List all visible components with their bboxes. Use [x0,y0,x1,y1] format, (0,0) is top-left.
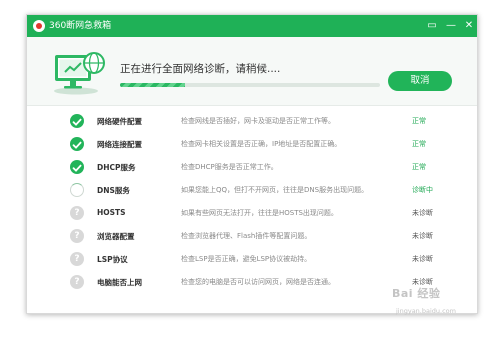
item-status: 未诊断 [412,209,433,217]
item-status: 未诊断 [412,232,433,240]
computer-network-icon [54,52,105,95]
item-description: 检查网线是否插好，网卡及驱动是否正常工作等。 [181,117,335,125]
item-name: DHCP服务 [97,163,136,172]
check-icon [70,114,84,128]
list-item: ? HOSTS 如果有些网页无法打开，往往是HOSTS出现问题。 未诊断 [27,202,477,224]
list-item: ? LSP协议 检查LSP是否正确，避免LSP协议被劫持。 未诊断 [27,248,477,270]
item-status: 诊断中 [412,186,433,194]
item-status: 正常 [412,140,426,148]
item-name: 网络硬件配置 [97,117,142,126]
item-description: 检查LSP是否正确，避免LSP协议被劫持。 [181,255,312,263]
window-title: 360断网急救箱 [49,21,112,31]
item-name: 浏览器配置 [97,232,135,241]
item-name: DNS服务 [97,186,130,195]
minimize-button[interactable]: — [444,18,458,33]
check-icon [70,137,84,151]
list-item: ? 浏览器配置 检查浏览器代理、Flash插件等配置问题。 未诊断 [27,225,477,247]
item-name: 电脑能否上网 [97,278,142,287]
diagnosis-status-text: 正在进行全面网络诊断，请稍候.... [120,63,281,75]
diagnosis-progress-fill [120,83,185,87]
question-icon: ? [70,229,84,243]
app-logo-icon [33,20,45,32]
question-icon: ? [70,275,84,289]
diagnosis-progress-bar [120,83,380,87]
watermark-url: jingyan.baidu.com [396,307,456,315]
check-icon [70,160,84,174]
item-status: 正常 [412,163,426,171]
item-status: 正常 [412,117,426,125]
feedback-icon[interactable]: ▭ [425,18,439,33]
list-item: DNS服务 如果您能上QQ，但打不开网页，往往是DNS服务出现问题。 诊断中 [27,179,477,201]
item-description: 检查DHCP服务是否正常工作。 [181,163,278,171]
question-icon: ? [70,252,84,266]
watermark-logo: Bai 经验 [392,287,441,300]
item-name: 网络连接配置 [97,140,142,149]
item-status: 未诊断 [412,255,433,263]
item-name: HOSTS [97,208,126,217]
list-item: 网络连接配置 检查网卡相关设置是否正确，IP地址是否配置正确。 正常 [27,133,477,155]
app-window: 360断网急救箱 ▭ — ✕ 正在进行全面网络诊断，请稍候.... 取消 网络硬… [26,14,478,314]
close-button[interactable]: ✕ [462,18,476,33]
item-description: 检查浏览器代理、Flash插件等配置问题。 [181,232,312,240]
item-name: LSP协议 [97,255,128,264]
title-bar: 360断网急救箱 ▭ — ✕ [27,15,477,37]
question-icon: ? [70,206,84,220]
item-description: 如果您能上QQ，但打不开网页，往往是DNS服务出现问题。 [181,186,369,194]
list-item: DHCP服务 检查DHCP服务是否正常工作。 正常 [27,156,477,178]
cancel-button[interactable]: 取消 [388,71,452,91]
item-description: 如果有些网页无法打开，往往是HOSTS出现问题。 [181,209,338,217]
list-item: 网络硬件配置 检查网线是否插好，网卡及驱动是否正常工作等。 正常 [27,110,477,132]
item-description: 检查网卡相关设置是否正确，IP地址是否配置正确。 [181,140,342,148]
diagnosis-header: 正在进行全面网络诊断，请稍候.... 取消 [27,37,477,106]
loading-spinner-icon [70,183,84,197]
item-description: 检查您的电脑是否可以访问网页，网络是否连通。 [181,278,335,286]
